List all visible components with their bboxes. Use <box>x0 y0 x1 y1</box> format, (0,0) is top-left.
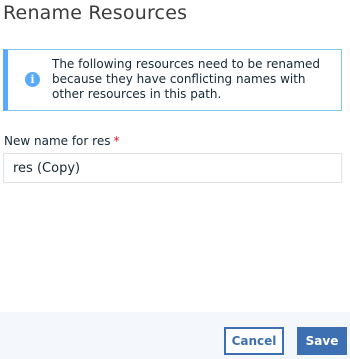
new-name-label: New name for res * <box>4 134 119 148</box>
required-marker: * <box>113 134 120 148</box>
info-icon: i <box>25 72 40 87</box>
info-notification: i The following resources need to be ren… <box>3 49 342 111</box>
new-name-input[interactable] <box>3 153 342 183</box>
notification-message: The following resources need to be renam… <box>52 57 321 101</box>
save-button[interactable]: Save <box>297 327 347 355</box>
dialog-title: Rename Resources <box>3 2 188 24</box>
rename-resources-dialog: Rename Resources i The following resourc… <box>0 0 350 359</box>
new-name-label-text: New name for res <box>4 134 111 148</box>
cancel-button[interactable]: Cancel <box>224 327 284 355</box>
